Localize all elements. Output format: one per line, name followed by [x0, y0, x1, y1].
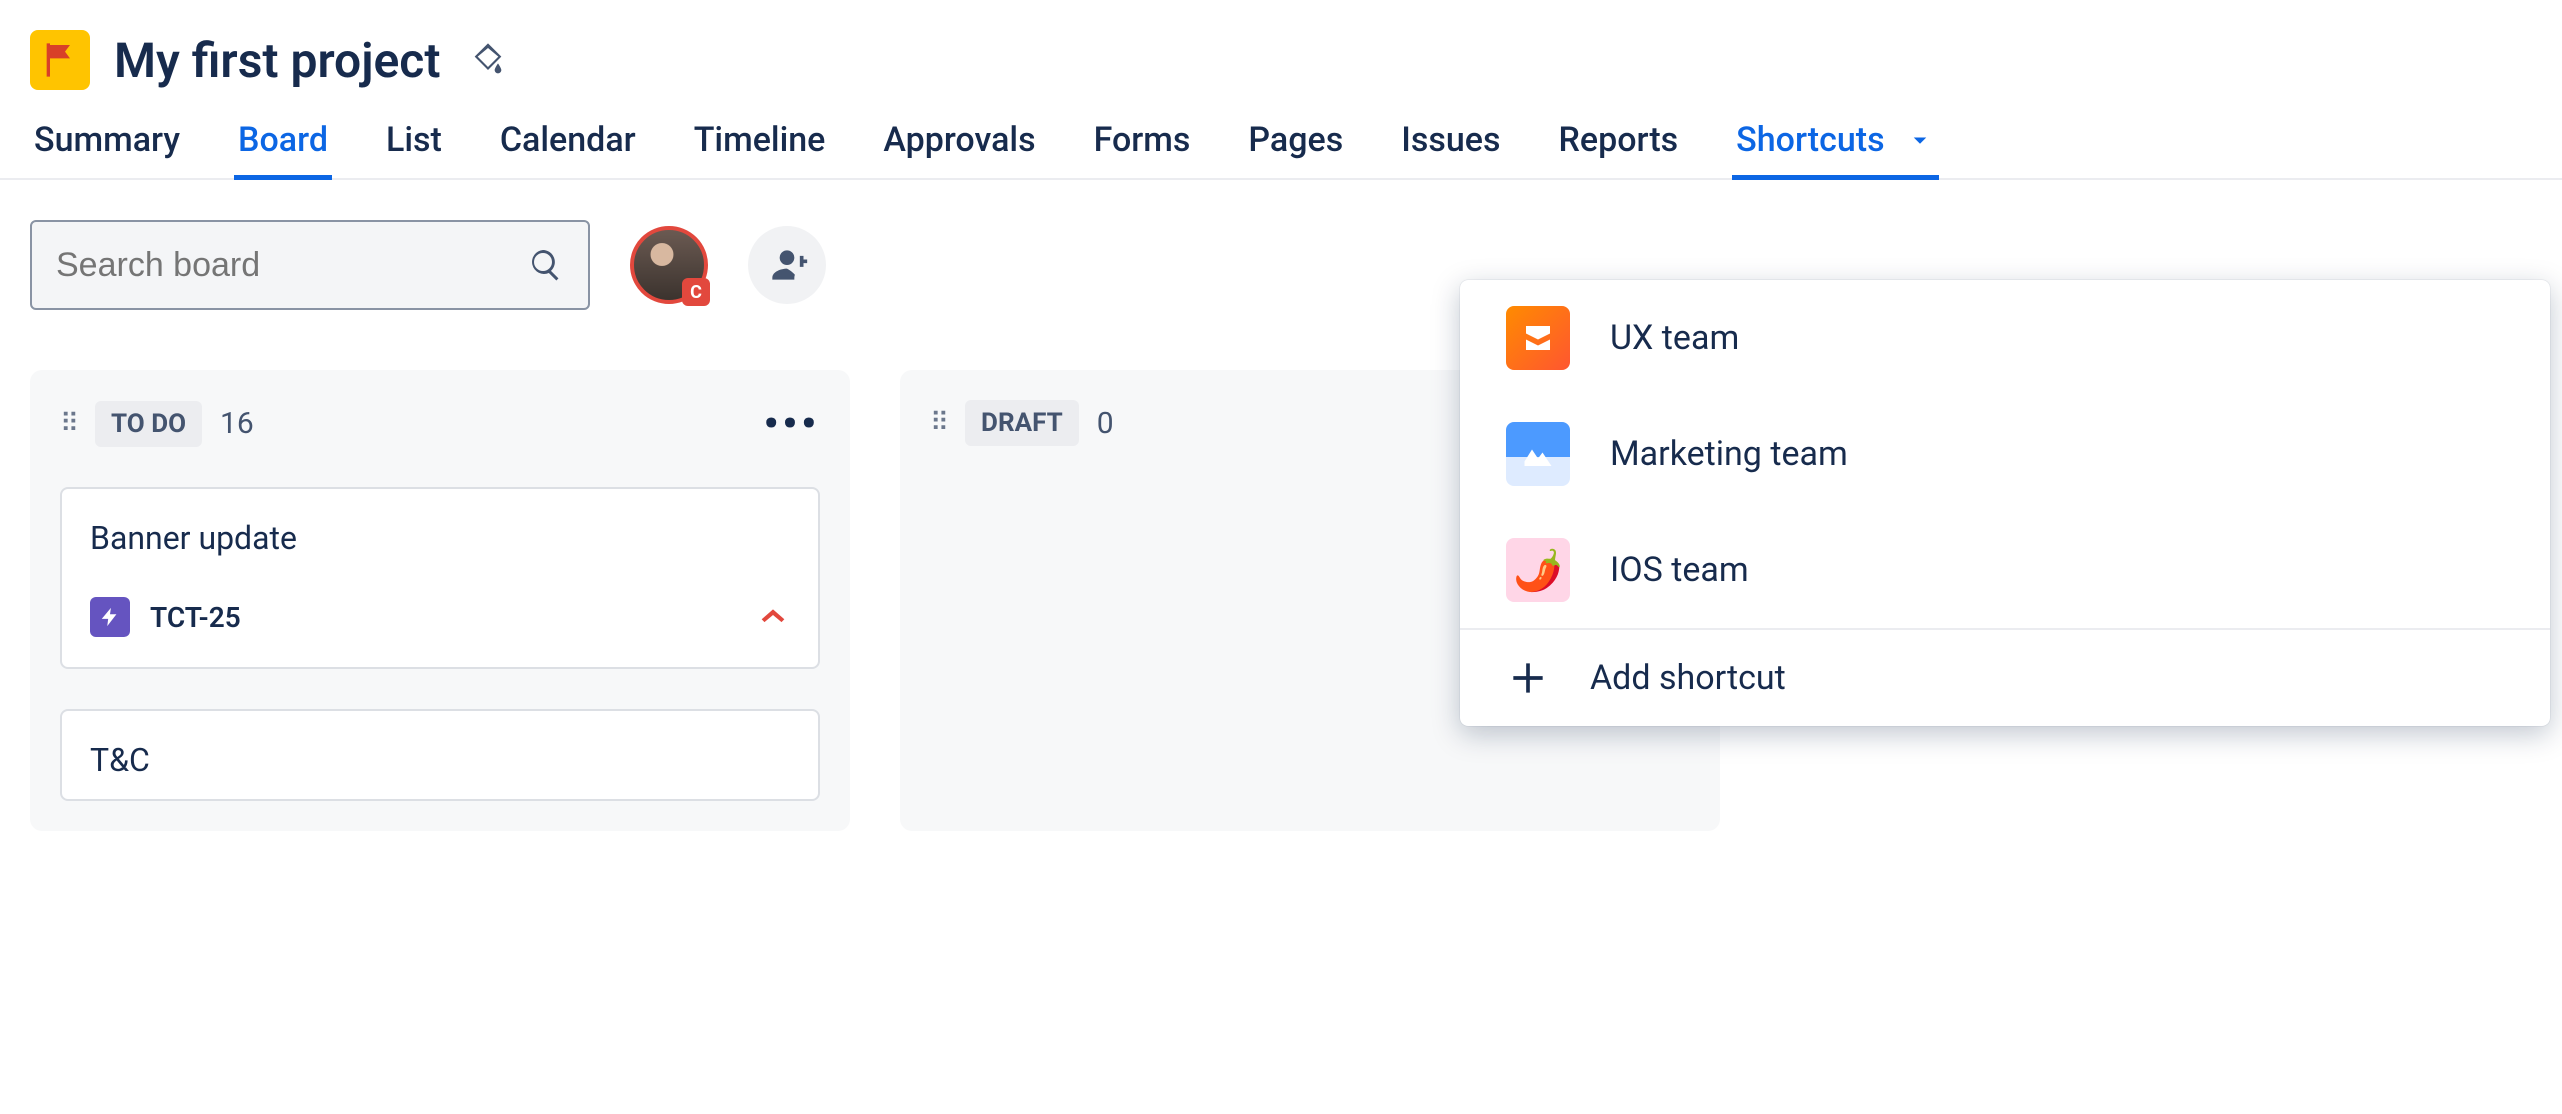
card-title: T&C: [90, 741, 790, 779]
column-count: 16: [220, 406, 254, 441]
shortcut-item-ios[interactable]: 🌶️ IOS team: [1460, 512, 2550, 628]
priority-high-icon: [756, 598, 790, 636]
add-people-button[interactable]: [748, 226, 826, 304]
drag-handle-icon[interactable]: ⠿: [60, 409, 77, 439]
view-tabs: Summary Board List Calendar Timeline App…: [0, 90, 2562, 180]
shortcuts-dropdown: UX team Marketing team 🌶️ IOS team Add s…: [1460, 280, 2550, 726]
tab-calendar[interactable]: Calendar: [496, 120, 640, 178]
shortcut-label: UX team: [1610, 318, 1739, 358]
column-todo: ⠿ TO DO 16 ••• Banner update TCT-25 T&C: [30, 370, 850, 831]
plus-icon: [1506, 656, 1550, 700]
shortcut-label: Marketing team: [1610, 434, 1848, 474]
issue-type-icon: [90, 597, 130, 637]
card[interactable]: Banner update TCT-25: [60, 487, 820, 669]
column-name: DRAFT: [965, 400, 1079, 446]
column-name: TO DO: [95, 401, 202, 447]
assignee-avatar[interactable]: C: [630, 226, 708, 304]
chevron-down-icon: [1905, 125, 1935, 155]
column-header: ⠿ TO DO 16 •••: [60, 400, 820, 447]
search-board-wrap: [30, 220, 590, 310]
shortcut-item-marketing[interactable]: Marketing team: [1460, 396, 2550, 512]
tab-approvals[interactable]: Approvals: [879, 120, 1039, 178]
tab-issues[interactable]: Issues: [1397, 120, 1504, 178]
tab-pages[interactable]: Pages: [1244, 120, 1347, 178]
shortcut-icon: [1506, 306, 1570, 370]
tab-shortcuts[interactable]: Shortcuts: [1732, 120, 1938, 178]
paint-bucket-icon: [468, 40, 508, 80]
tab-timeline[interactable]: Timeline: [690, 120, 830, 178]
flag-icon: [40, 40, 80, 80]
add-shortcut-button[interactable]: Add shortcut: [1460, 630, 2550, 726]
project-header: My first project: [0, 0, 2562, 90]
search-icon: [528, 247, 564, 283]
tab-board[interactable]: Board: [234, 120, 332, 178]
tab-reports[interactable]: Reports: [1554, 120, 1682, 178]
tab-forms[interactable]: Forms: [1090, 120, 1195, 178]
avatar-badge: C: [682, 278, 710, 306]
tab-summary[interactable]: Summary: [30, 120, 184, 178]
drag-handle-icon[interactable]: ⠿: [930, 408, 947, 438]
shortcut-item-ux[interactable]: UX team: [1460, 280, 2550, 396]
project-title: My first project: [114, 32, 440, 89]
project-icon: [30, 30, 90, 90]
search-input[interactable]: [56, 246, 508, 285]
shortcut-label: IOS team: [1610, 550, 1749, 590]
card-footer: TCT-25: [90, 597, 790, 637]
card-title: Banner update: [90, 519, 790, 557]
shortcut-icon: [1506, 422, 1570, 486]
column-more-button[interactable]: •••: [764, 400, 820, 447]
shortcut-icon: 🌶️: [1506, 538, 1570, 602]
tab-list[interactable]: List: [382, 120, 446, 178]
add-user-icon: [765, 243, 809, 287]
card[interactable]: T&C: [60, 709, 820, 801]
issue-key: TCT-25: [150, 601, 241, 634]
add-shortcut-label: Add shortcut: [1590, 658, 1786, 698]
column-count: 0: [1097, 406, 1114, 441]
project-theme-button[interactable]: [464, 36, 512, 84]
